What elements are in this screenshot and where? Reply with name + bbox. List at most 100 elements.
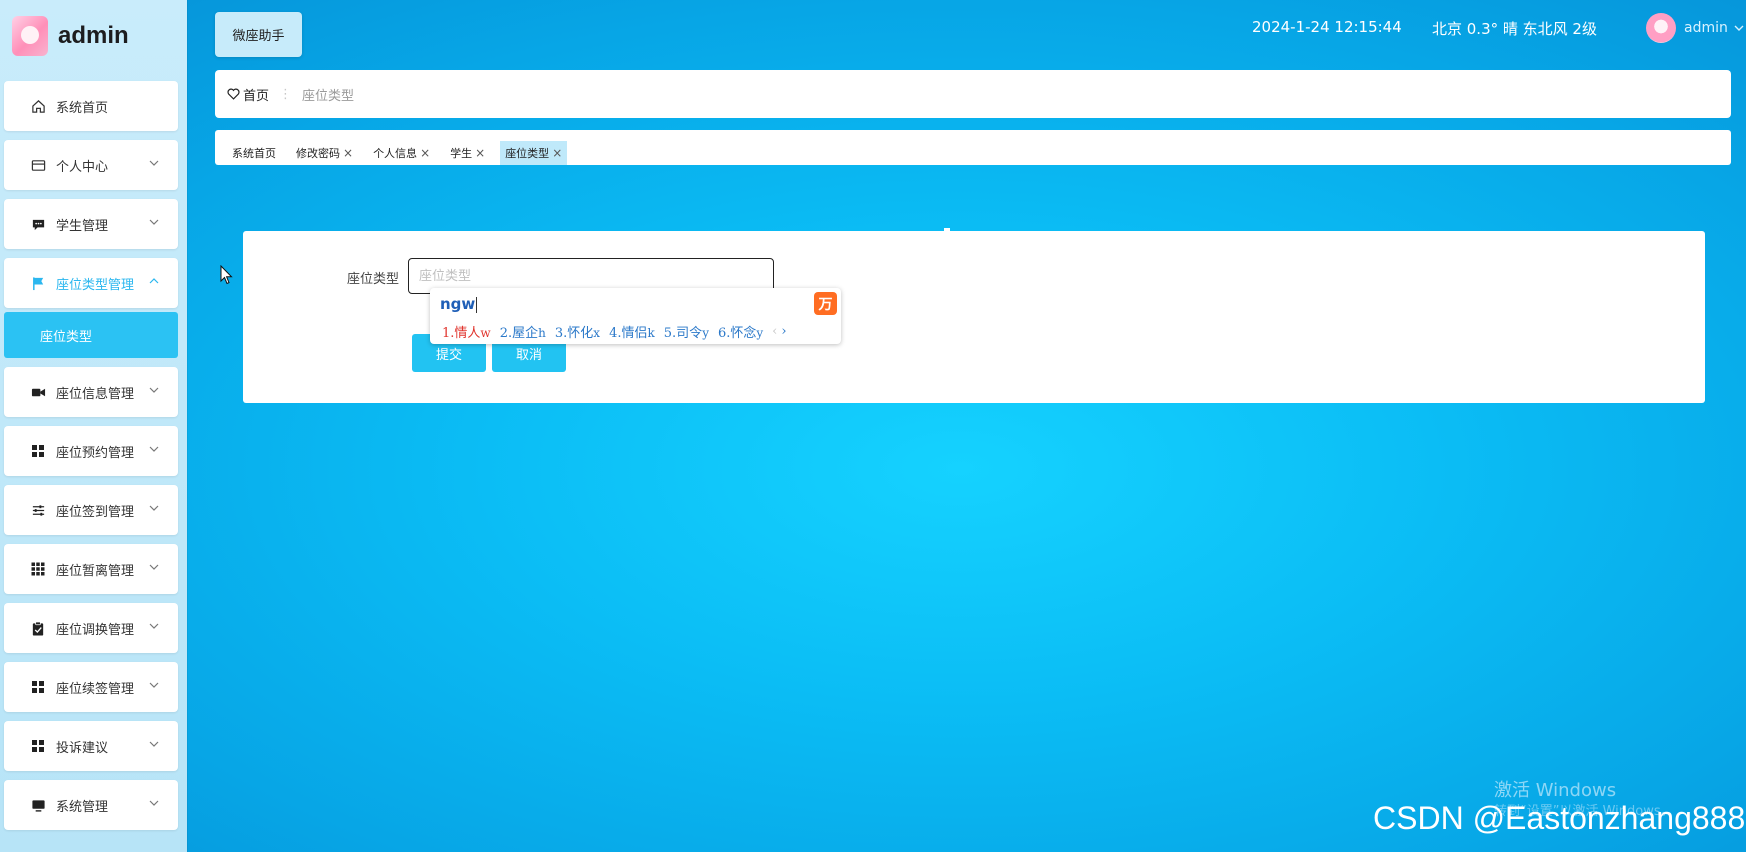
seat-type-label: 座位类型	[347, 272, 400, 287]
breadcrumb-home[interactable]: 首页	[227, 85, 269, 104]
weather-info: 北京 0.3° 晴 东北风 2级	[1432, 20, 1597, 38]
ime-composition-text: ngw	[440, 295, 476, 313]
ime-candidate-hint: h	[538, 326, 546, 340]
chevron-down-icon	[148, 738, 160, 750]
ime-candidate[interactable]: 3.怀化x	[555, 322, 600, 341]
sidebar-item-seat-renewal[interactable]: 座位续签管理	[4, 662, 178, 712]
datetime: 2024-1-24 12:15:44	[1252, 18, 1402, 36]
tab-label: 系统首页	[232, 147, 276, 160]
ime-candidate-number: 5.	[663, 326, 677, 341]
video-icon	[30, 384, 46, 400]
user-menu[interactable]: admin	[1646, 13, 1744, 43]
sidebar-item-label: 座位续签管理	[56, 681, 135, 697]
chevron-down-icon	[148, 216, 160, 228]
ime-candidate-hint: y	[702, 326, 709, 340]
sidebar-item-label: 座位预约管理	[56, 445, 135, 461]
ime-candidate-number: 1.	[442, 326, 455, 341]
assistant-button[interactable]: 微座助手	[215, 12, 302, 57]
ime-candidate-word: 情人	[454, 326, 481, 341]
ime-candidate-word: 怀化	[567, 326, 594, 341]
sidebar-subitem-seat-type[interactable]: 座位类型	[4, 312, 178, 358]
ime-candidate-number: 6.	[717, 326, 731, 341]
tab-label: 修改密码	[296, 147, 340, 160]
sidebar-item-seat-swap[interactable]: 座位调换管理	[4, 603, 178, 653]
close-icon[interactable]: ×	[343, 146, 353, 160]
csdn-watermark: CSDN @Eastonzhang888	[1373, 800, 1746, 836]
ime-candidate-hint: w	[480, 326, 491, 340]
sidebar-menu: 系统首页 个人中心 学生管理 座位类型管理 座位类型 座位信息管理 座位预约管理…	[4, 81, 178, 839]
ime-candidate-hint: x	[593, 326, 601, 340]
sidebar-item-seat-info[interactable]: 座位信息管理	[4, 367, 178, 417]
close-icon[interactable]: ×	[475, 146, 485, 160]
caret-down-icon[interactable]	[1734, 23, 1744, 33]
chevron-down-icon	[148, 561, 160, 573]
sidebar-item-seat-type-management[interactable]: 座位类型管理	[4, 258, 178, 308]
tab-student[interactable]: 学生 ×	[445, 141, 490, 165]
ime-candidate[interactable]: 6.怀念y	[718, 322, 763, 341]
ime-candidate-word: 屋企	[512, 326, 539, 341]
breadcrumb-separator: ⋮	[279, 86, 293, 102]
tab-label: 座位类型	[505, 147, 550, 160]
sidebar-item-students[interactable]: 学生管理	[4, 199, 178, 249]
card-icon	[30, 157, 46, 173]
ime-candidate[interactable]: 5.司令y	[664, 322, 709, 341]
chat-icon	[30, 216, 46, 232]
ime-candidate-hint: k	[647, 326, 655, 340]
breadcrumb: 首页 ⋮ 座位类型	[215, 70, 1731, 118]
sidebar-item-complaints[interactable]: 投诉建议	[4, 721, 178, 771]
sidebar: admin 系统首页 个人中心 学生管理 座位类型管理 座位类型 座位信息管理 …	[0, 0, 187, 852]
ime-candidate-number: 2.	[499, 326, 513, 341]
ime-candidate-number: 3.	[554, 326, 568, 341]
grid-icon	[30, 679, 46, 695]
ime-candidate-word: 司令	[676, 326, 703, 341]
avatar[interactable]	[1646, 13, 1676, 43]
sidebar-item-seat-checkin[interactable]: 座位签到管理	[4, 485, 178, 535]
user-name[interactable]: admin	[1684, 20, 1728, 36]
grid9-icon	[30, 561, 46, 577]
grid-icon	[30, 443, 46, 459]
close-icon[interactable]: ×	[552, 146, 562, 160]
ime-prev-page-button[interactable]: ‹	[770, 324, 779, 339]
ime-logo-icon[interactable]: 万	[814, 292, 837, 315]
chevron-down-icon	[148, 620, 160, 632]
sidebar-item-label: 个人中心	[56, 159, 109, 175]
sidebar-item-label: 学生管理	[56, 218, 109, 234]
tab-home[interactable]: 系统首页	[227, 141, 281, 165]
breadcrumb-home-label: 首页	[243, 88, 270, 104]
tab-personal-info[interactable]: 个人信息 ×	[368, 141, 435, 165]
tabs-bar: 系统首页 修改密码 × 个人信息 × 学生 × 座位类型 ×	[215, 130, 1731, 165]
ime-candidate[interactable]: 1.情人w	[442, 322, 491, 341]
chevron-down-icon	[148, 679, 160, 691]
sidebar-item-label: 座位调换管理	[56, 622, 135, 638]
heart-icon	[227, 88, 240, 100]
brand-avatar	[12, 16, 48, 56]
sidebar-item-home[interactable]: 系统首页	[4, 81, 178, 131]
ime-pager: ‹ ›	[770, 324, 788, 339]
sidebar-item-seat-reservation[interactable]: 座位预约管理	[4, 426, 178, 476]
tab-seat-type[interactable]: 座位类型 ×	[500, 141, 568, 165]
clipboard-check-icon	[30, 620, 46, 636]
brand: admin	[12, 16, 129, 56]
ime-candidate[interactable]: 2.屋企h	[500, 322, 546, 341]
sidebar-item-system-management[interactable]: 系统管理	[4, 780, 178, 830]
chevron-up-icon	[148, 275, 160, 287]
ime-candidate-word: 情侣	[621, 326, 648, 341]
chevron-down-icon	[148, 443, 160, 455]
tab-label: 学生	[450, 147, 473, 160]
ime-candidate-number: 4.	[609, 326, 622, 341]
ime-candidate[interactable]: 4.情侣k	[609, 322, 655, 341]
tab-change-password[interactable]: 修改密码 ×	[291, 141, 358, 165]
chevron-down-icon	[148, 797, 160, 809]
chevron-down-icon	[148, 157, 160, 169]
sidebar-item-personal-center[interactable]: 个人中心	[4, 140, 178, 190]
close-icon[interactable]: ×	[420, 146, 430, 160]
ime-candidates: 1.情人w 2.屋企h 3.怀化x 4.情侣k 5.司令y 6.怀念y ‹ ›	[442, 322, 789, 341]
sidebar-item-label: 系统管理	[56, 799, 109, 815]
ime-candidate-popup: ngw 万 1.情人w 2.屋企h 3.怀化x 4.情侣k 5.司令y 6.怀念…	[430, 288, 841, 344]
monitor-icon	[30, 797, 46, 813]
sidebar-item-label: 座位暂离管理	[56, 563, 135, 579]
sidebar-item-seat-leave[interactable]: 座位暂离管理	[4, 544, 178, 594]
sidebar-item-label: 座位签到管理	[56, 504, 135, 520]
ime-next-page-button[interactable]: ›	[779, 324, 788, 339]
flag-icon	[30, 275, 46, 291]
